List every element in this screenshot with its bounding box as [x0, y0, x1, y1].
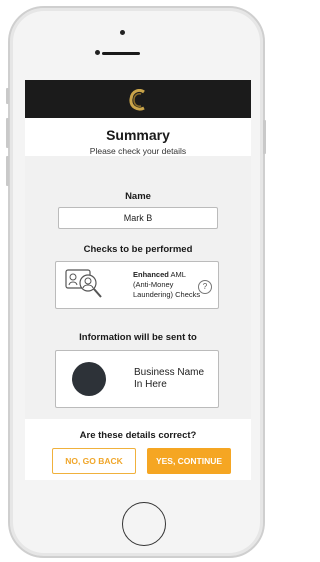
name-label: Name	[125, 191, 151, 202]
power-button	[263, 120, 266, 154]
checks-label: Checks to be performed	[83, 244, 193, 255]
confirm-question: Are these details correct?	[79, 430, 197, 441]
continue-button[interactable]: YES, CONTINUE	[147, 448, 231, 474]
phone-frame: Summary Please check your details Name M…	[6, 6, 266, 558]
checks-line3: Laundering) Checks	[133, 290, 201, 299]
top-bar	[25, 80, 251, 118]
checks-line2: (Anti-Money	[133, 280, 174, 289]
go-back-button[interactable]: NO, GO BACK	[52, 448, 136, 474]
name-field[interactable]: Mark B	[58, 207, 218, 229]
checks-bold-word: Enhanced	[133, 270, 169, 279]
page-subtitle: Please check your details	[89, 146, 187, 156]
checks-card: Enhanced AML (Anti-Money Laundering) Che…	[55, 261, 219, 309]
checks-line1: AML	[168, 270, 186, 279]
earpiece-speaker	[102, 52, 140, 55]
sensor-dot	[95, 50, 100, 55]
volume-down-button	[6, 156, 9, 186]
business-name-line1: Business Name	[134, 367, 205, 378]
home-button[interactable]	[122, 502, 166, 546]
mute-switch	[6, 88, 9, 104]
page-title: Summary	[106, 127, 170, 143]
letter-c-logo-icon	[129, 89, 145, 111]
identity-check-magnifier-icon	[65, 269, 102, 298]
checks-description: Enhanced AML (Anti-Money Laundering) Che…	[133, 270, 200, 300]
app-screen: Summary Please check your details Name M…	[25, 80, 251, 480]
recipient-card: Business Name In Here	[55, 350, 219, 408]
avatar	[72, 362, 106, 396]
volume-up-button	[6, 118, 9, 148]
business-name: Business Name In Here	[134, 367, 204, 391]
front-camera	[120, 30, 125, 35]
business-name-line2: In Here	[134, 379, 167, 390]
info-label: Information will be sent to	[79, 332, 197, 343]
help-icon[interactable]: ?	[198, 280, 212, 294]
